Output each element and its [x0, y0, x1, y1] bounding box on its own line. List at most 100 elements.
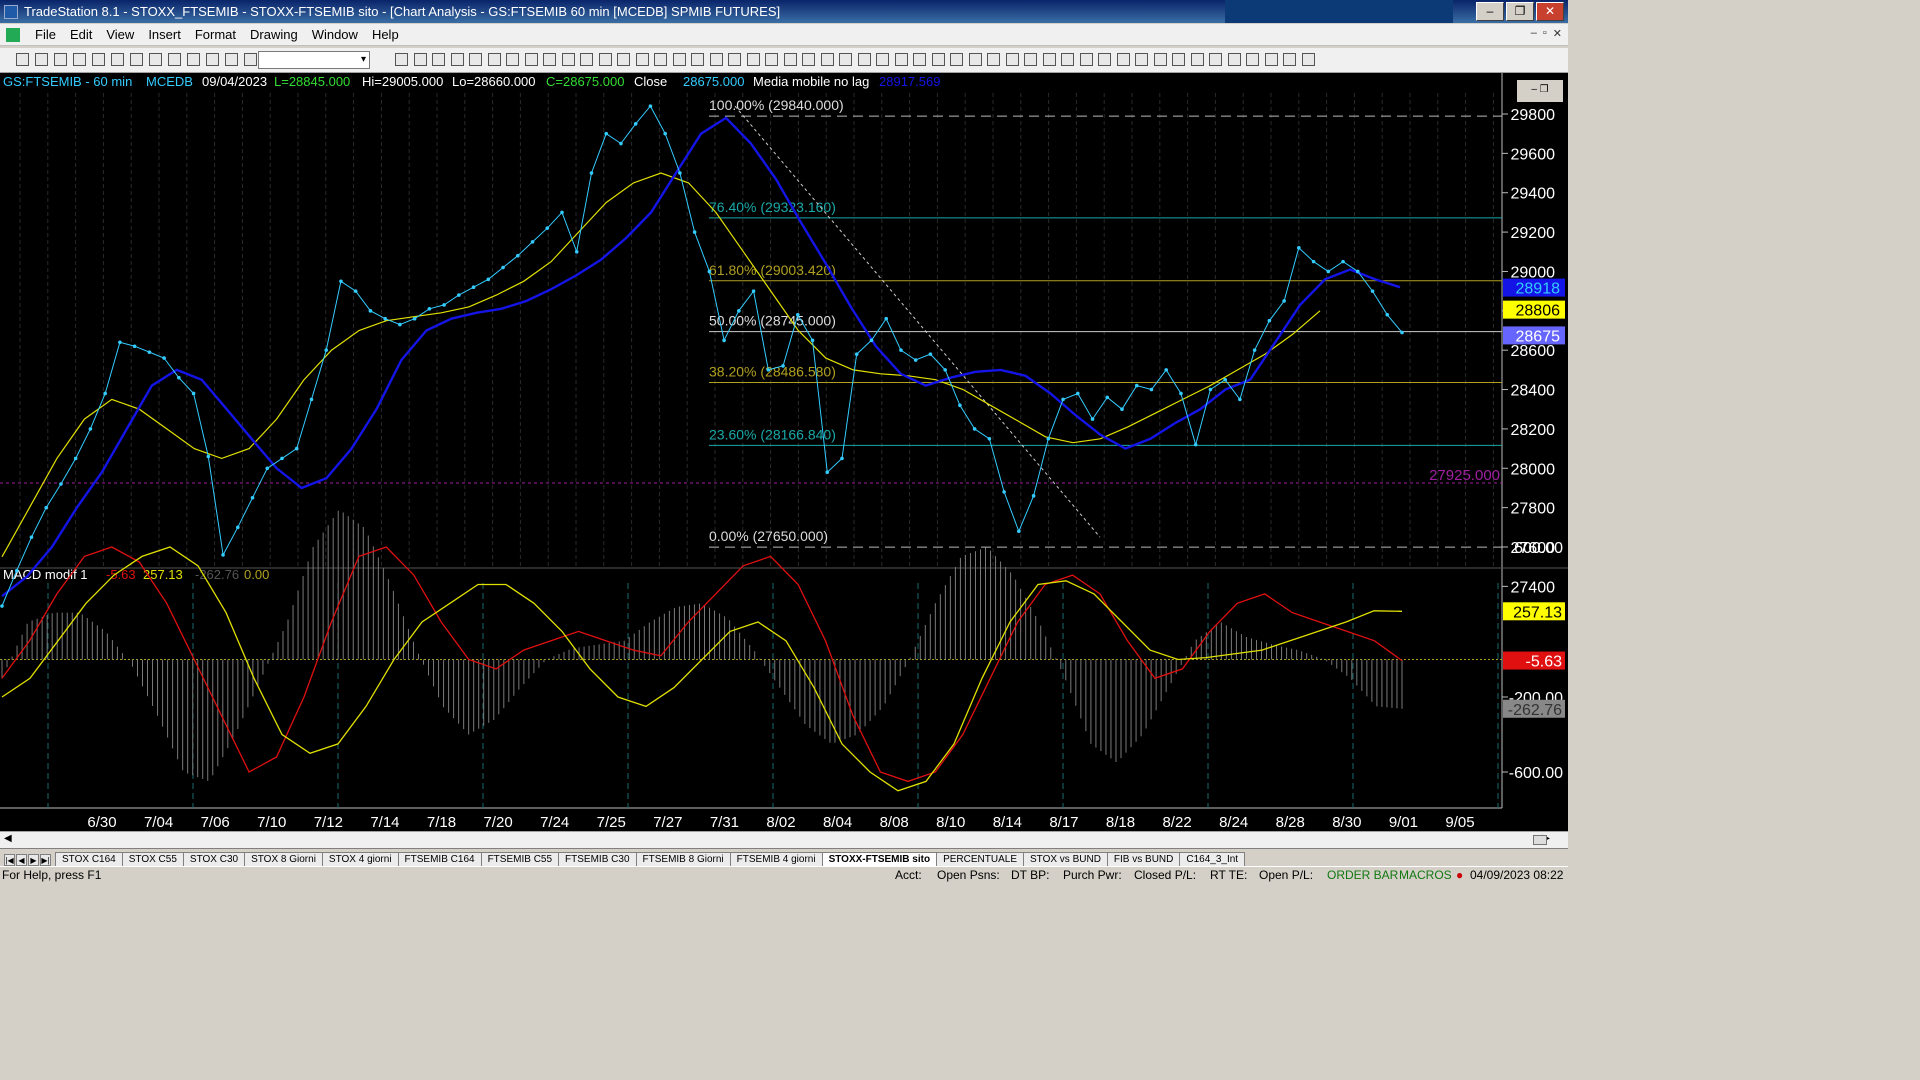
- toolbar-tool-icon[interactable]: [450, 53, 464, 66]
- toolbar-tool-icon[interactable]: [206, 53, 219, 66]
- toolbar-tool-icon[interactable]: [149, 53, 162, 66]
- toolbar-tool-icon[interactable]: [92, 53, 105, 66]
- menu-insert[interactable]: Insert: [141, 27, 188, 42]
- toolbar-tool-icon[interactable]: [73, 53, 86, 66]
- menu-edit[interactable]: Edit: [63, 27, 99, 42]
- toolbar-tool-icon[interactable]: [524, 53, 538, 66]
- chart-window[interactable]: GS:FTSEMIB - 60 min MCEDB 09/04/2023 L=2…: [0, 73, 1568, 831]
- toolbar-tool-icon[interactable]: [728, 53, 741, 66]
- toolbar-tool-icon[interactable]: [54, 53, 67, 66]
- horizontal-scrollbar[interactable]: ◀ ▶: [0, 831, 1568, 848]
- toolbar-tool-icon[interactable]: [635, 53, 649, 66]
- close-button[interactable]: ✕: [1536, 2, 1564, 21]
- toolbar-tool-icon[interactable]: [783, 53, 797, 66]
- toolbar-tool-icon[interactable]: [1024, 53, 1037, 66]
- tab-last-button[interactable]: ▶|: [40, 854, 51, 866]
- status-macros[interactable]: MACROS: [1399, 868, 1452, 882]
- toolbar-tool-icon[interactable]: [1116, 53, 1130, 66]
- toolbar-tool-icon[interactable]: [1172, 53, 1185, 66]
- mdi-close-button[interactable]: ✕: [1553, 27, 1562, 40]
- toolbar-tool-icon[interactable]: [487, 53, 501, 66]
- scroll-left-arrow[interactable]: ◀: [4, 833, 12, 844]
- toolbar-tool-icon[interactable]: [802, 53, 815, 66]
- toolbar-tool-icon[interactable]: [1246, 53, 1259, 66]
- mdi-minimize-button[interactable]: –: [1531, 27, 1537, 40]
- tab-stox-c55[interactable]: STOX C55: [121, 852, 184, 866]
- toolbar-tool-icon[interactable]: [931, 53, 945, 66]
- toolbar-tool-icon[interactable]: [16, 53, 29, 66]
- toolbar-tool-icon[interactable]: [839, 53, 852, 66]
- tab-stox-c164[interactable]: STOX C164: [55, 852, 123, 866]
- toolbar-tool-icon[interactable]: [968, 53, 982, 66]
- tab-ftsemib-4-giorni[interactable]: FTSEMIB 4 giorni: [729, 852, 823, 866]
- toolbar-tool-icon[interactable]: [413, 53, 427, 66]
- menu-window[interactable]: Window: [305, 27, 365, 42]
- minimize-button[interactable]: –: [1476, 2, 1504, 21]
- tab-stox-vs-bund[interactable]: STOX vs BUND: [1022, 852, 1108, 866]
- status-order-bar[interactable]: ORDER BAR: [1327, 868, 1398, 882]
- symbol-combo[interactable]: ▾: [258, 51, 370, 69]
- tab-next-button[interactable]: ▶: [28, 854, 39, 866]
- toolbar-tool-icon[interactable]: [225, 53, 238, 66]
- mdi-restore-button[interactable]: ▫: [1543, 27, 1547, 40]
- toolbar-tool-icon[interactable]: [950, 53, 963, 66]
- toolbar-tool-icon[interactable]: [894, 53, 908, 66]
- toolbar-tool-icon[interactable]: [469, 53, 482, 66]
- toolbar-tool-icon[interactable]: [1227, 53, 1241, 66]
- tab-percentuale[interactable]: PERCENTUALE: [936, 852, 1024, 866]
- tab-stoxx-ftsemib-sito[interactable]: STOXX-FTSEMIB sito: [821, 852, 938, 866]
- toolbar-tool-icon[interactable]: [244, 53, 257, 66]
- toolbar-tool-icon[interactable]: [672, 53, 686, 66]
- tab-ftsemib-c164[interactable]: FTSEMIB C164: [397, 852, 482, 866]
- tab-ftsemib-c55[interactable]: FTSEMIB C55: [480, 852, 560, 866]
- toolbar-tool-icon[interactable]: [168, 53, 181, 66]
- tab-fib-vs-bund[interactable]: FIB vs BUND: [1106, 852, 1181, 866]
- toolbar-tool-icon[interactable]: [506, 53, 519, 66]
- toolbar-tool-icon[interactable]: [130, 53, 143, 66]
- toolbar-tool-icon[interactable]: [876, 53, 889, 66]
- tab-ftsemib-8-giorni[interactable]: FTSEMIB 8 Giorni: [635, 852, 731, 866]
- toolbar-tool-icon[interactable]: [691, 53, 704, 66]
- menu-format[interactable]: Format: [188, 27, 243, 42]
- subwindow-controls[interactable]: – ❐: [1517, 80, 1563, 102]
- toolbar-tool-icon[interactable]: [654, 53, 667, 66]
- tab-c164-3-int[interactable]: C164_3_Int: [1179, 852, 1246, 866]
- toolbar-tool-icon[interactable]: [1061, 53, 1074, 66]
- menu-file[interactable]: File: [28, 27, 63, 42]
- toolbar-tool-icon[interactable]: [987, 53, 1000, 66]
- menu-help[interactable]: Help: [365, 27, 406, 42]
- toolbar-tool-icon[interactable]: [395, 53, 408, 66]
- menu-view[interactable]: View: [99, 27, 141, 42]
- toolbar-tool-icon[interactable]: [709, 53, 723, 66]
- toolbar-tool-icon[interactable]: [1283, 53, 1296, 66]
- toolbar-tool-icon[interactable]: [598, 53, 612, 66]
- toolbar-tool-icon[interactable]: [1079, 53, 1093, 66]
- toolbar-tool-icon[interactable]: [1005, 53, 1019, 66]
- tab-prev-button[interactable]: ◀: [16, 854, 27, 866]
- toolbar-tool-icon[interactable]: [561, 53, 575, 66]
- toolbar-tool-icon[interactable]: [1135, 53, 1148, 66]
- toolbar-tool-icon[interactable]: [187, 53, 200, 66]
- toolbar-tool-icon[interactable]: [1209, 53, 1222, 66]
- toolbar-tool-icon[interactable]: [432, 53, 445, 66]
- menu-drawing[interactable]: Drawing: [243, 27, 305, 42]
- chart-svg[interactable]: GS:FTSEMIB - 60 min MCEDB 09/04/2023 L=2…: [0, 73, 1568, 831]
- scroll-thumb[interactable]: [1533, 835, 1547, 845]
- toolbar-tool-icon[interactable]: [543, 53, 556, 66]
- toolbar-tool-icon[interactable]: [1301, 53, 1315, 66]
- toolbar-tool-icon[interactable]: [765, 53, 778, 66]
- toolbar-tool-icon[interactable]: [1042, 53, 1056, 66]
- tab-stox-c30[interactable]: STOX C30: [182, 852, 246, 866]
- tab-stox-8-giorni[interactable]: STOX 8 Giorni: [244, 852, 323, 866]
- document-icon[interactable]: [6, 27, 20, 42]
- tab-first-button[interactable]: |◀: [4, 854, 15, 866]
- toolbar-tool-icon[interactable]: [857, 53, 871, 66]
- toolbar-tool-icon[interactable]: [913, 53, 926, 66]
- toolbar-tool-icon[interactable]: [580, 53, 593, 66]
- toolbar-tool-icon[interactable]: [35, 53, 48, 66]
- toolbar-tool-icon[interactable]: [1190, 53, 1204, 66]
- toolbar-tool-icon[interactable]: [1264, 53, 1278, 66]
- toolbar-tool-icon[interactable]: [746, 53, 760, 66]
- toolbar-tool-icon[interactable]: [111, 53, 124, 66]
- tab-stox-4-giorni[interactable]: STOX 4 giorni: [321, 852, 399, 866]
